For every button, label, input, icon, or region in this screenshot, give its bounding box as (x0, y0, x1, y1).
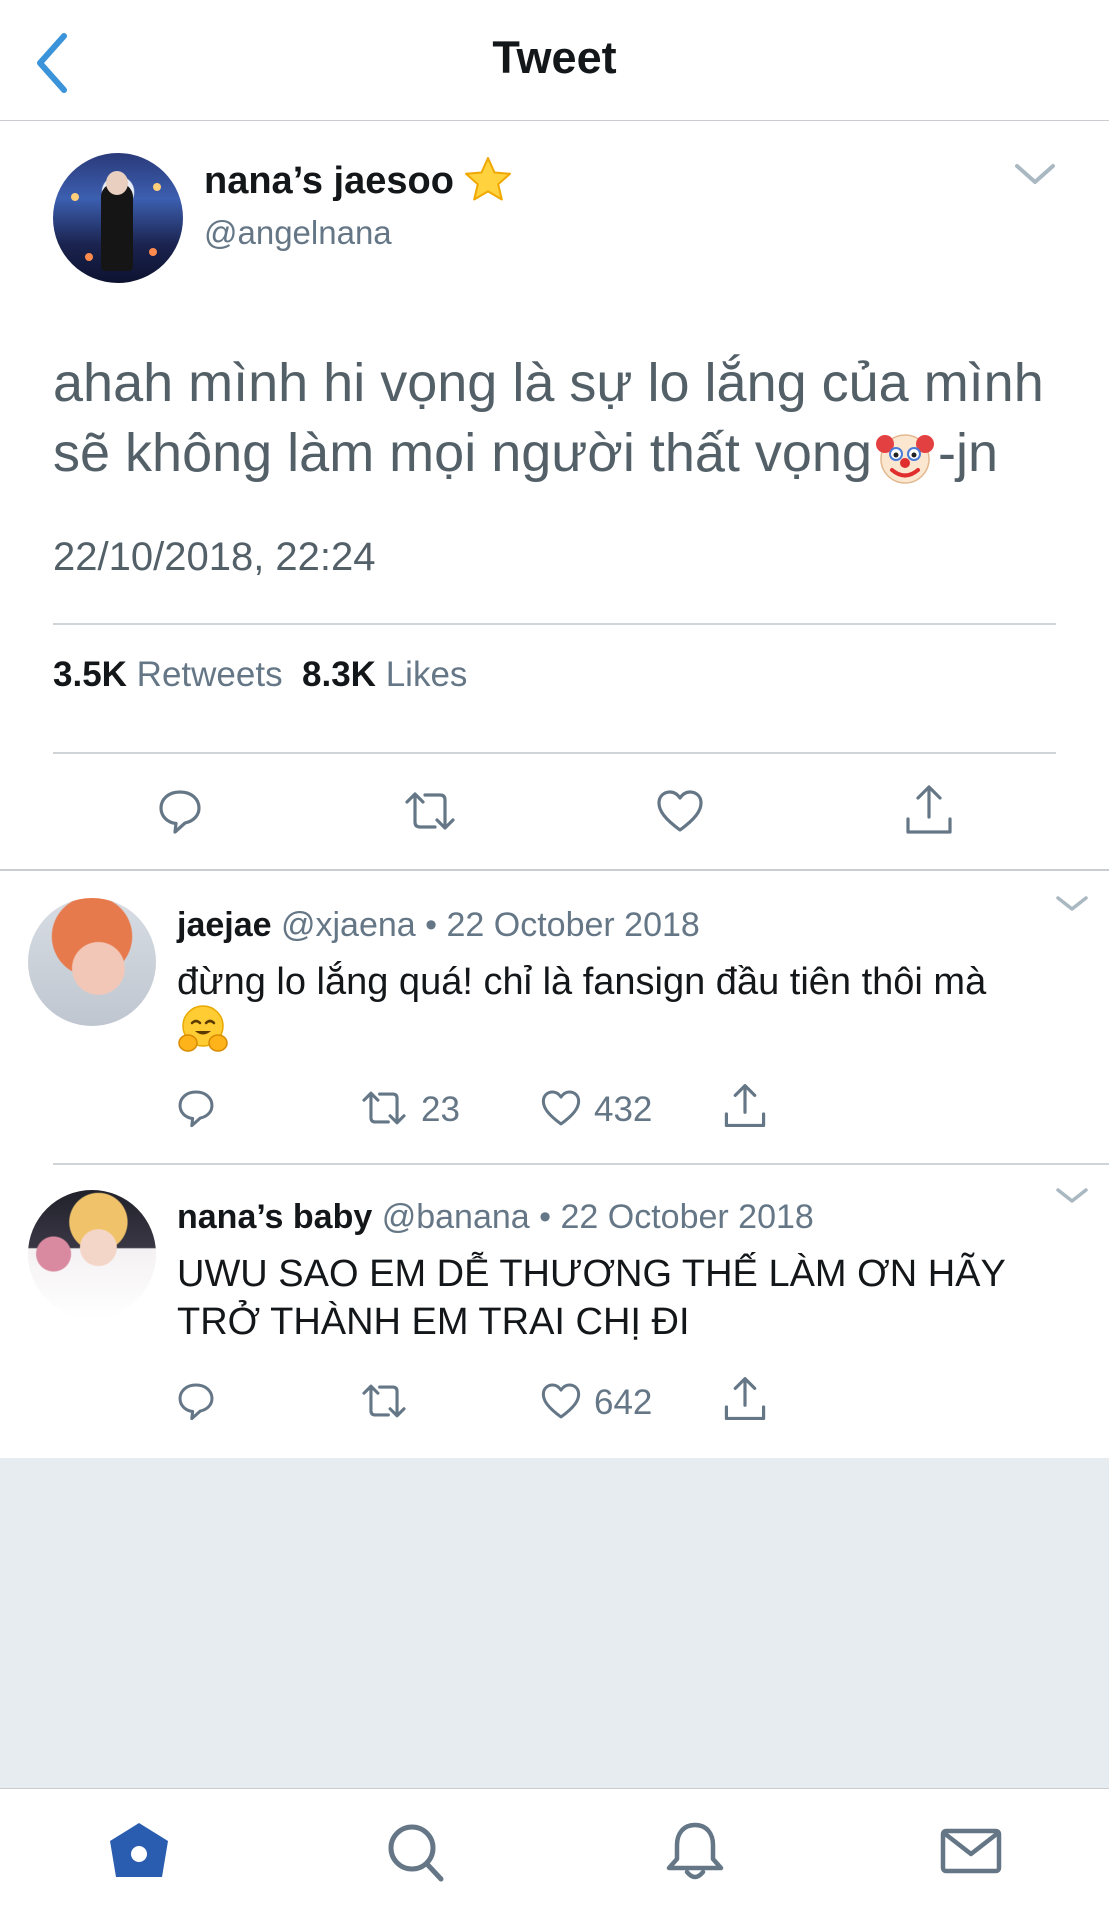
chevron-down-icon[interactable] (1055, 894, 1089, 914)
chevron-down-icon[interactable] (1055, 1186, 1089, 1206)
mail-icon[interactable] (936, 1819, 1006, 1883)
reply-date: 22 October 2018 (446, 906, 700, 944)
like-count: 432 (594, 1090, 653, 1129)
share-icon[interactable] (903, 783, 955, 837)
main-author-name[interactable]: nana’s jaesoo (204, 160, 454, 203)
reply-author-avatar[interactable] (28, 1190, 156, 1318)
tweet-text: ahah mình hi vọng là sự lo lắng của mình… (53, 348, 1063, 488)
hugging-face-emoji-icon (177, 1003, 229, 1055)
header-bar: Tweet (0, 0, 1109, 121)
tweet-timestamp: 22/10/2018, 22:24 (53, 535, 376, 579)
retweets-label[interactable]: Retweets (137, 655, 283, 694)
home-icon[interactable] (104, 1819, 174, 1883)
search-icon[interactable] (381, 1819, 451, 1883)
section-divider (0, 869, 1109, 871)
retweet-count: 23 (421, 1090, 460, 1129)
like-heart-icon[interactable] (655, 786, 705, 836)
main-author-handle[interactable]: @angelnana (204, 214, 392, 252)
bottom-tab-bar (0, 1788, 1109, 1921)
star-emoji-icon (462, 154, 514, 206)
bell-icon[interactable] (660, 1819, 730, 1883)
main-author-avatar[interactable] (53, 153, 183, 283)
clown-face-emoji-icon (876, 428, 934, 486)
reply-icon[interactable] (155, 786, 205, 836)
tweet-stats: 3.5K Retweets 8.3K Likes (53, 655, 467, 695)
separator-dot: • (539, 1198, 552, 1236)
reply-icon[interactable] (175, 1380, 217, 1422)
reply-text: UWU SAO EM DỄ THƯƠNG THẾ LÀM ƠN HÃY TRỞ … (177, 1250, 1077, 1346)
divider (53, 623, 1056, 625)
tweet-text-line: sẽ không làm mọi người thất vọng (53, 423, 872, 483)
like-heart-icon[interactable] (540, 1086, 582, 1130)
empty-timeline-area (0, 1458, 1109, 1788)
likes-label[interactable]: Likes (386, 655, 468, 694)
reply-author-handle[interactable]: @xjaena (281, 906, 416, 944)
reply-author-name[interactable]: jaejae (177, 906, 272, 944)
reply-author-name[interactable]: nana’s baby (177, 1198, 372, 1236)
share-icon[interactable] (722, 1375, 768, 1423)
like-count[interactable]: 8.3K (302, 655, 376, 694)
tweet-text-signature: -jn (938, 423, 999, 483)
reply-text-line: UWU SAO EM DỄ THƯƠNG THẾ LÀM ƠN HÃY (177, 1253, 1006, 1295)
retweet-icon[interactable] (360, 1088, 408, 1128)
reply-text-line: TRỞ THÀNH EM TRAI CHỊ ĐI (177, 1301, 690, 1343)
page-title: Tweet (492, 32, 617, 83)
retweet-icon[interactable] (403, 788, 457, 834)
retweet-count[interactable]: 3.5K (53, 655, 127, 694)
divider (53, 1163, 1109, 1165)
reply-header: nana’s baby @banana • 22 October 2018 (177, 1198, 814, 1237)
like-count: 642 (594, 1383, 653, 1422)
separator-dot: • (425, 906, 438, 944)
retweet-icon[interactable] (360, 1381, 408, 1421)
reply-date: 22 October 2018 (560, 1198, 814, 1236)
share-icon[interactable] (722, 1082, 768, 1130)
reply-text: đừng lo lắng quá! chỉ là fansign đầu tiê… (177, 961, 987, 1003)
like-heart-icon[interactable] (540, 1379, 582, 1423)
tweet-text-line: ahah mình hi vọng là sự lo lắng của mình (53, 353, 1044, 413)
reply-icon[interactable] (175, 1087, 217, 1129)
chevron-down-icon[interactable] (1013, 160, 1057, 188)
reply-author-handle[interactable]: @banana (382, 1198, 530, 1236)
divider (53, 752, 1056, 754)
reply-author-avatar[interactable] (28, 898, 156, 1026)
reply-header: jaejae @xjaena • 22 October 2018 (177, 906, 700, 945)
